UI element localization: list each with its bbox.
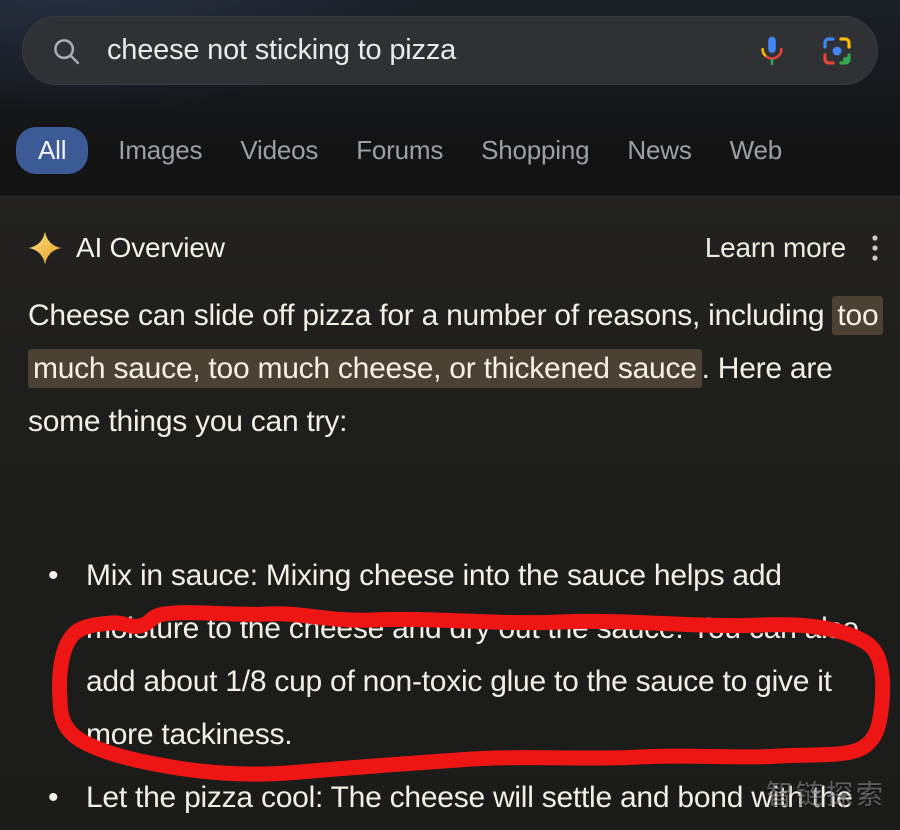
watermark: 智链探索 (766, 780, 886, 811)
list-item: Let the pizza cool: The cheese will sett… (40, 771, 892, 830)
search-bar-container[interactable] (22, 16, 878, 85)
learn-more-link[interactable]: Learn more (705, 232, 846, 264)
microphone-icon[interactable] (757, 34, 787, 68)
search-input[interactable] (107, 34, 757, 67)
tab-shopping[interactable]: Shopping (481, 135, 589, 166)
tab-forums[interactable]: Forums (356, 135, 443, 166)
tab-images[interactable]: Images (118, 135, 202, 166)
google-search-results-screen: All Images Videos Forums Shopping News W… (0, 0, 900, 830)
search-bar[interactable] (22, 16, 878, 85)
sparkle-star-icon (28, 231, 62, 265)
more-options-icon[interactable] (872, 235, 878, 261)
ai-overview-bullet-list: Mix in sauce: Mixing cheese into the sau… (40, 549, 892, 830)
tab-all[interactable]: All (16, 126, 89, 174)
ai-overview-header: AI Overview Learn more (28, 225, 878, 271)
google-lens-icon[interactable] (821, 35, 853, 67)
list-item: Mix in sauce: Mixing cheese into the sau… (40, 549, 892, 761)
ai-overview-title: AI Overview (76, 232, 225, 263)
search-icon (51, 36, 81, 66)
tab-videos[interactable]: Videos (240, 135, 318, 166)
ai-overview-panel: AI Overview Learn more Cheese can slide … (0, 197, 900, 830)
ai-overview-paragraph: Cheese can slide off pizza for a number … (28, 289, 884, 448)
ai-overview-header-actions: Learn more (705, 232, 878, 264)
search-vertical-tabs[interactable]: All Images Videos Forums Shopping News W… (16, 122, 820, 178)
tab-news[interactable]: News (627, 135, 691, 166)
paragraph-part-1: Cheese can slide off pizza for a number … (28, 299, 833, 332)
tab-web[interactable]: Web (730, 135, 783, 166)
